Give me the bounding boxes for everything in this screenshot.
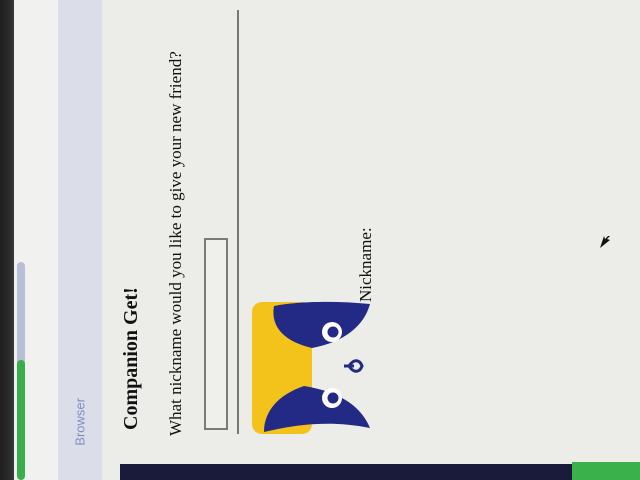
avatar-mouth — [344, 359, 364, 373]
browser-tab-label[interactable]: Browser — [73, 398, 88, 446]
avatar-pupil-right — [327, 326, 339, 338]
taskbar — [120, 464, 640, 480]
section-divider — [237, 10, 239, 434]
mouse-cursor-icon — [600, 236, 610, 248]
page-title: Companion Get! — [120, 287, 142, 430]
companion-creature-icon — [252, 301, 370, 434]
device-bezel — [0, 0, 14, 480]
nickname-input[interactable] — [204, 238, 228, 430]
scrollbar-thumb[interactable] — [17, 360, 25, 480]
taskbar-accent — [572, 462, 640, 480]
nickname-prompt: What nickname would you like to give you… — [166, 51, 185, 436]
avatar-pupil-left — [327, 392, 339, 404]
nickname-label: Nickname: — [356, 227, 375, 302]
